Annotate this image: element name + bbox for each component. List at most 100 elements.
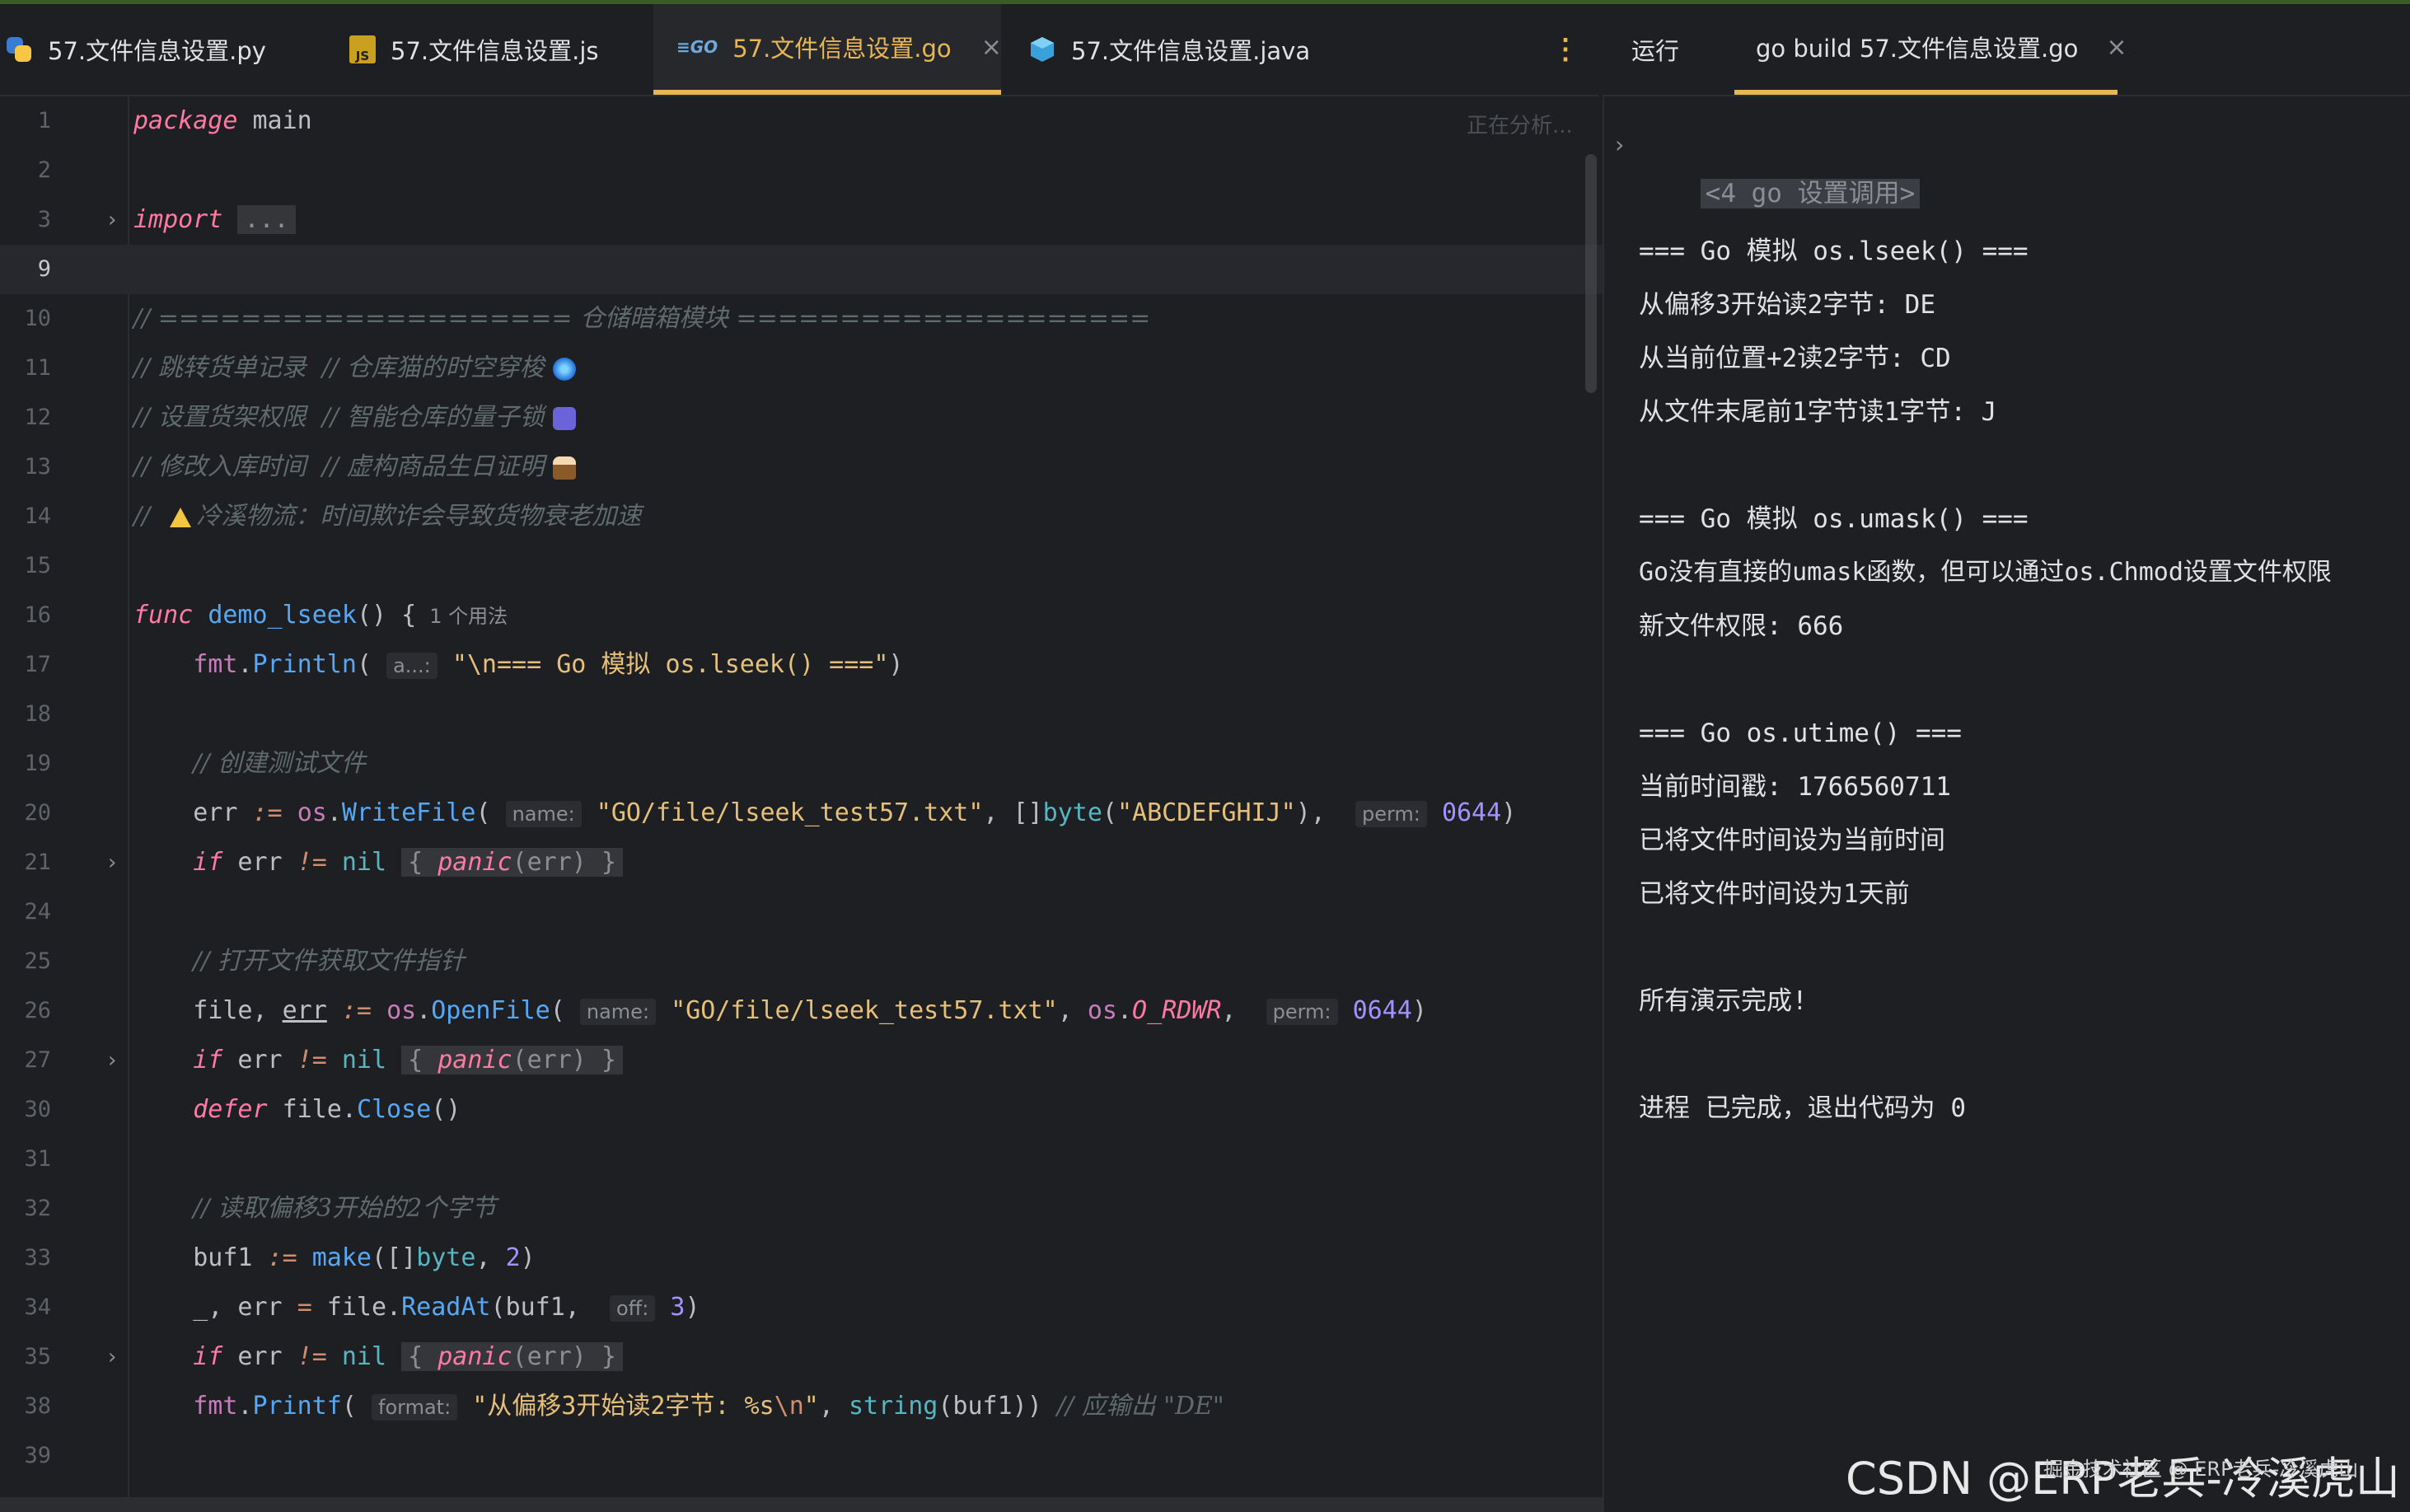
- string-literal: "GO/file/lseek_test57.txt": [596, 798, 984, 827]
- comment: // 打开文件获取文件指针: [193, 947, 466, 976]
- constant: O_RDWR: [1132, 996, 1222, 1025]
- number-literal: 2: [505, 1243, 521, 1272]
- code-line[interactable]: 24: [0, 887, 1603, 937]
- line-number: 2: [37, 157, 51, 183]
- code-line[interactable]: 26 file, err := os.OpenFile( name: "GO/f…: [0, 986, 1603, 1036]
- folded-imports[interactable]: ...: [237, 205, 296, 234]
- line-number: 24: [24, 899, 51, 925]
- output-line: === Go 模拟 os.lseek() ===: [1639, 236, 2029, 266]
- param-hint: name:: [505, 801, 582, 827]
- string-literal: ": [803, 1392, 819, 1421]
- fold-chevron-icon[interactable]: ›: [99, 207, 125, 233]
- comment: // 读取偏移3开始的2个字节: [193, 1194, 497, 1223]
- comment: // 创建测试文件: [193, 749, 367, 778]
- number-literal: 0644: [1441, 798, 1502, 827]
- function-name: demo_lseek: [208, 601, 357, 630]
- keyword: package: [133, 106, 238, 135]
- line-number: 21: [24, 850, 51, 875]
- java-icon: [1031, 37, 1054, 62]
- cake-emoji-icon: [552, 456, 576, 480]
- line-number: 39: [24, 1443, 51, 1468]
- run-command[interactable]: <4 go 设置调用>: [1700, 179, 1921, 208]
- code-line[interactable]: 27 › if err != nil { panic(err) }: [0, 1036, 1603, 1085]
- code-line[interactable]: 12 // 设置货架权限 // 智能仓库的量子锁: [0, 393, 1603, 442]
- code-line[interactable]: 17 fmt.Println( a...: "\n=== Go 模拟 os.ls…: [0, 640, 1603, 690]
- run-panel-header: 运行 go build 57.文件信息设置.go ×: [1603, 4, 2410, 96]
- code-line[interactable]: 25 // 打开文件获取文件指针: [0, 937, 1603, 986]
- editor-scrollbar[interactable]: [1585, 154, 1597, 393]
- code-line[interactable]: 31: [0, 1135, 1603, 1184]
- more-tabs-icon[interactable]: ⋮: [1549, 29, 1582, 70]
- warning-icon: [170, 507, 192, 527]
- tab-java-file[interactable]: 57.文件信息设置.java: [1023, 4, 1369, 95]
- fold-chevron-icon[interactable]: ›: [99, 1047, 125, 1074]
- param-hint: perm:: [1266, 999, 1338, 1025]
- tab-python-file[interactable]: 57.文件信息设置.py: [0, 4, 321, 95]
- line-number: 3: [37, 207, 51, 232]
- code-line[interactable]: 1 package main: [0, 96, 1603, 146]
- go-icon: ≡GO: [676, 37, 718, 57]
- code-line[interactable]: 21 › if err != nil { panic(err) }: [0, 838, 1603, 887]
- line-number: 25: [24, 948, 51, 974]
- line-number: 27: [24, 1047, 51, 1073]
- run-output-console[interactable]: <4 go 设置调用> › === Go 模拟 os.lseek() === 从…: [1603, 96, 2410, 1512]
- code-line[interactable]: 14 // 冷溪物流：时间欺诈会导致货物衰老加速: [0, 492, 1603, 541]
- code-line[interactable]: 38 fmt.Printf( format: "从偏移3开始读2字节: %s\n…: [0, 1382, 1603, 1431]
- editor-horizontal-scrollbar[interactable]: [0, 1497, 1603, 1512]
- fold-chevron-icon[interactable]: ›: [99, 1344, 125, 1370]
- code-line[interactable]: 16 func demo_lseek() {1 个用法: [0, 591, 1603, 640]
- code-line[interactable]: 34 _, err = file.ReadAt(buf1, off: 3): [0, 1283, 1603, 1332]
- comment: // 跳转货单记录 // 仓库猫的时空穿梭: [133, 353, 545, 382]
- atom-emoji-icon: [552, 406, 576, 430]
- close-icon[interactable]: ×: [2106, 33, 2127, 62]
- code-line[interactable]: 11 // 跳转货单记录 // 仓库猫的时空穿梭: [0, 344, 1603, 393]
- line-number: 18: [24, 701, 51, 727]
- line-number: 1: [37, 108, 51, 133]
- output-line: 已将文件时间设为1天前: [1639, 879, 1910, 909]
- code-line[interactable]: 33 buf1 := make([]byte, 2): [0, 1233, 1603, 1283]
- code-line[interactable]: 15: [0, 541, 1603, 591]
- output-line: 所有演示完成!: [1639, 986, 1808, 1016]
- code-line[interactable]: 19 // 创建测试文件: [0, 739, 1603, 789]
- expand-chevron-icon[interactable]: ›: [1612, 131, 1636, 158]
- line-number: 12: [24, 405, 51, 430]
- run-config-tab[interactable]: go build 57.文件信息设置.go ×: [1734, 4, 2127, 95]
- code-token: fmt: [193, 650, 238, 679]
- code-line[interactable]: 32 // 读取偏移3开始的2个字节: [0, 1184, 1603, 1233]
- code-line[interactable]: 18: [0, 690, 1603, 739]
- comment: // 设置货架权限 // 智能仓库的量子锁: [133, 403, 545, 432]
- code-line[interactable]: 3 › import ...: [0, 195, 1603, 245]
- comment: // 修改入库时间 // 虚构商品生日证明: [133, 452, 545, 481]
- line-number: 32: [24, 1196, 51, 1221]
- output-line: === Go os.utime() ===: [1639, 719, 1962, 748]
- vortex-emoji-icon: [552, 357, 576, 381]
- output-line: 从当前位置+2读2字节: CD: [1639, 344, 1951, 373]
- close-icon[interactable]: ×: [981, 33, 1002, 62]
- string-literal: "GO/file/lseek_test57.txt": [671, 996, 1058, 1025]
- line-number: 11: [24, 355, 51, 381]
- code-line[interactable]: 20 err := os.WriteFile( name: "GO/file/l…: [0, 789, 1603, 838]
- tab-label: 57.文件信息设置.js: [391, 37, 599, 65]
- tab-js-file[interactable]: JS 57.文件信息设置.js: [344, 4, 651, 95]
- fold-chevron-icon[interactable]: ›: [99, 850, 125, 876]
- current-line[interactable]: 9: [0, 245, 1603, 294]
- watermark-subtext: 掘金技术社区 @ ERP老兵-冷溪虎山: [2043, 1458, 2359, 1481]
- usage-hint[interactable]: 1 个用法: [429, 605, 508, 628]
- param-hint: perm:: [1355, 801, 1427, 827]
- string-literal: "从偏移3开始读2字节: %s: [472, 1392, 774, 1421]
- editor-tab-bar: 57.文件信息设置.py JS 57.文件信息设置.js ≡GO 57.文件信息…: [0, 4, 1598, 96]
- param-hint: a...:: [386, 653, 438, 679]
- output-line: 从文件末尾前1字节读1字节: J: [1639, 397, 1997, 427]
- code-token: Println: [252, 650, 357, 679]
- code-editor[interactable]: 正在分析... 1 package main 2 3 › import ... …: [0, 96, 1603, 1512]
- param-hint: name:: [579, 999, 657, 1025]
- code-line[interactable]: 10 // ==================== 仓储暗箱模块 ======…: [0, 294, 1603, 344]
- code-line[interactable]: 39: [0, 1431, 1603, 1481]
- code-line[interactable]: 13 // 修改入库时间 // 虚构商品生日证明: [0, 442, 1603, 492]
- code-line[interactable]: 35 › if err != nil { panic(err) }: [0, 1332, 1603, 1382]
- run-tab-label: go build 57.文件信息设置.go: [1756, 35, 2079, 63]
- line-number: 33: [24, 1245, 51, 1271]
- code-line[interactable]: 30 defer file.Close(): [0, 1085, 1603, 1135]
- code-line[interactable]: 2: [0, 146, 1603, 195]
- tab-go-file[interactable]: ≡GO 57.文件信息设置.go ×: [653, 4, 1002, 95]
